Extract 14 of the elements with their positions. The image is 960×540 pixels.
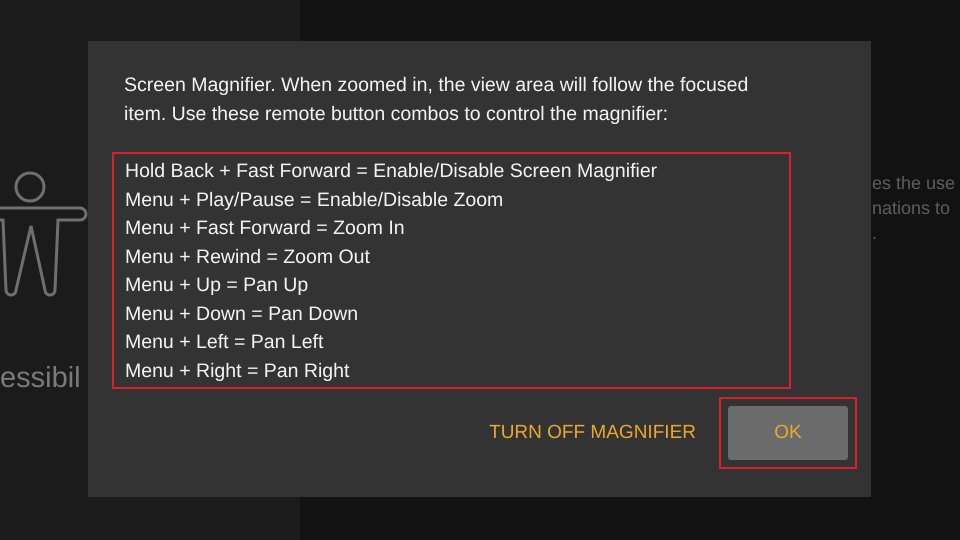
dialog-message: Screen Magnifier. When zoomed in, the view area will follow the focused item. Use these remote button combos to control the magnifier:	[124, 73, 750, 126]
combo-text: Menu + Up = Pan Up	[125, 273, 310, 298]
combo-text: Menu + Down = Pan Down	[125, 302, 360, 326]
description-text: .	[872, 222, 878, 245]
combo-text: Menu + Play/Pause = Enable/Disable Zoom	[125, 188, 504, 212]
combo-text: Menu + Right = Pan Right	[125, 358, 350, 384]
section-title: essibil	[0, 364, 81, 393]
combo-text: Menu + Fast Forward = Zoom In	[125, 216, 406, 241]
description-text: nations to	[872, 197, 952, 220]
turn-off-button[interactable]: TURN OFF MAGNIFIER	[489, 406, 696, 460]
description-text: es the use	[872, 172, 956, 195]
combo-text: Hold Back + Fast Forward = Enable/Disable Screen Magnifier	[125, 159, 658, 184]
combo-text: Menu + Left = Pan Left	[125, 330, 324, 355]
combo-text: Menu + Rewind = Zoom Out	[125, 244, 371, 270]
